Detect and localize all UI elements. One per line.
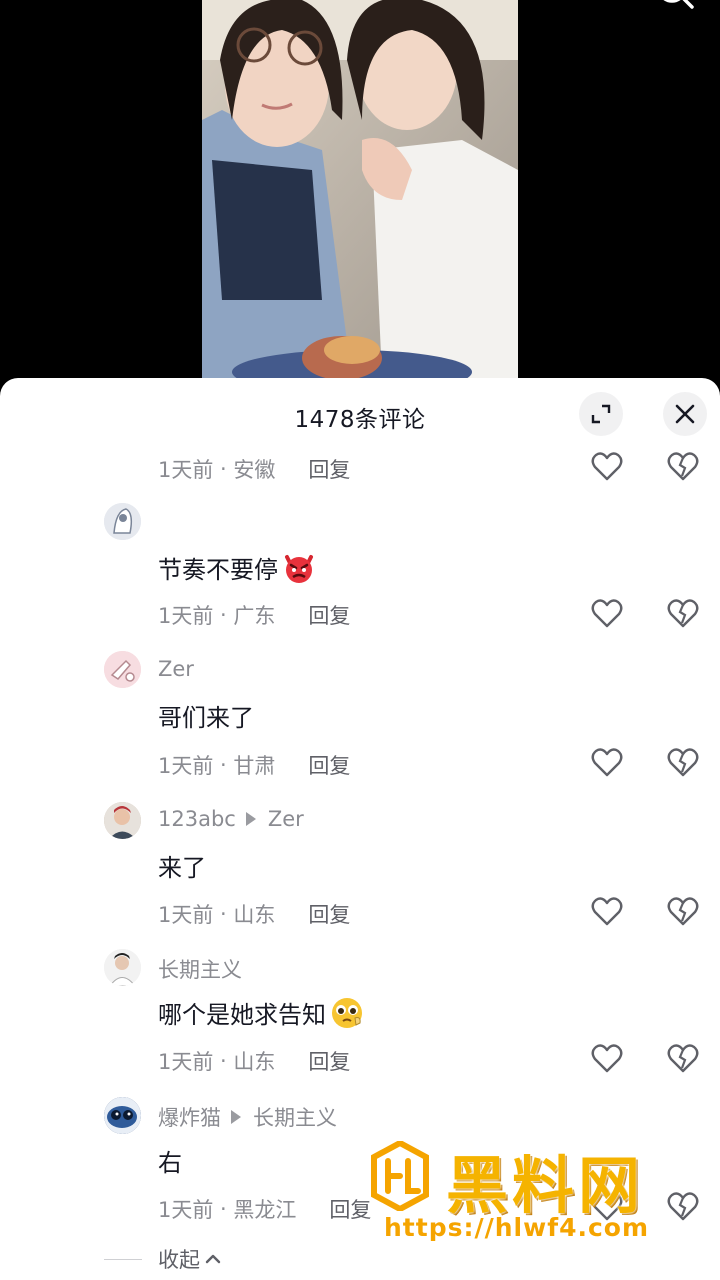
comment-time: 1天前 [158, 1050, 214, 1074]
meta-separator: · [213, 457, 234, 481]
like-heart-icon[interactable] [591, 1192, 623, 1222]
reply-button[interactable]: 回复 [308, 454, 350, 484]
pleading-face-emoji [332, 997, 362, 1028]
dislike-broken-heart-icon[interactable] [667, 599, 699, 629]
comment-meta: 1天前 · 广东 回复 [158, 600, 350, 630]
reply-button[interactable]: 回复 [308, 899, 350, 929]
comment-location: 甘肃 [233, 754, 276, 778]
reply-button[interactable]: 回复 [329, 1194, 371, 1224]
expand-icon [591, 404, 611, 424]
like-heart-icon[interactable] [591, 897, 623, 927]
meta-separator: · [213, 1049, 234, 1073]
video-frame [202, 0, 518, 378]
comment-text: 来了 [158, 854, 206, 882]
comment-location: 黑龙江 [233, 1198, 297, 1222]
comment-text: 右 [158, 1149, 182, 1177]
username-text[interactable]: 长期主义 [158, 954, 242, 984]
comment-time: 1天前 [158, 1198, 214, 1222]
angry-devil-emoji [285, 554, 313, 583]
like-heart-icon[interactable] [591, 452, 623, 482]
comment-content: 节奏不要停 [158, 550, 316, 585]
dislike-broken-heart-icon[interactable] [667, 1192, 699, 1222]
dislike-broken-heart-icon[interactable] [667, 897, 699, 927]
reply-button[interactable]: 回复 [308, 600, 350, 630]
reply-to-arrow-icon [231, 1110, 241, 1124]
comment-location: 山东 [233, 1050, 276, 1074]
comment-text: 哥们来了 [158, 704, 254, 732]
meta-separator: · [213, 603, 234, 627]
comment-meta: 1天前 · 山东 回复 [158, 1046, 350, 1076]
avatar[interactable] [104, 1097, 141, 1134]
like-heart-icon[interactable] [591, 1044, 623, 1074]
expand-button[interactable] [579, 392, 623, 436]
comment-location: 安徽 [233, 458, 276, 482]
meta-separator: · [213, 902, 234, 926]
comment-username: 123abc Zer [158, 807, 304, 831]
comment-meta: 1天前 · 安徽 回复 [158, 454, 350, 484]
comment-meta: 1天前 · 山东 回复 [158, 899, 350, 929]
comments-sheet: 1478条评论 1天前 · 安徽 回复 节奏不要停 1天前 · 广东 回复 Ze… [0, 378, 720, 1280]
chevron-up-icon [205, 1254, 221, 1264]
comment-username[interactable]: 长期主义 [158, 954, 242, 984]
reply-button[interactable]: 回复 [308, 1046, 350, 1076]
avatar[interactable] [104, 503, 141, 540]
video-player[interactable] [0, 0, 720, 378]
comment-username[interactable]: Zer [158, 657, 194, 681]
username-text[interactable]: 爆炸猫 [158, 1102, 221, 1132]
reply-to-username[interactable]: Zer [268, 807, 304, 831]
comment-time: 1天前 [158, 604, 214, 628]
comment-content: 来了 [158, 848, 206, 883]
dislike-broken-heart-icon[interactable] [667, 748, 699, 778]
avatar[interactable] [104, 651, 141, 688]
dislike-broken-heart-icon[interactable] [667, 1044, 699, 1074]
close-button[interactable] [663, 392, 707, 436]
comment-time: 1天前 [158, 903, 214, 927]
like-heart-icon[interactable] [591, 748, 623, 778]
comment-meta: 1天前 · 黑龙江 回复 [158, 1194, 371, 1224]
meta-separator: · [213, 1197, 234, 1221]
meta-separator: · [213, 753, 234, 777]
reply-button[interactable]: 回复 [308, 750, 350, 780]
collapse-divider [104, 1258, 142, 1260]
comment-location: 山东 [233, 903, 276, 927]
collapse-label[interactable]: 收起 [158, 1244, 200, 1274]
avatar[interactable] [104, 949, 141, 986]
close-icon [675, 404, 695, 424]
comment-text: 哪个是她求告知 [158, 1001, 326, 1029]
reply-to-arrow-icon [245, 812, 256, 826]
comment-meta: 1天前 · 甘肃 回复 [158, 750, 350, 780]
username-text[interactable]: Zer [158, 657, 194, 681]
dislike-broken-heart-icon[interactable] [667, 452, 699, 482]
comment-content: 右 [158, 1143, 182, 1178]
reply-to-username[interactable]: 长期主义 [253, 1102, 337, 1132]
like-heart-icon[interactable] [591, 599, 623, 629]
search-icon[interactable] [652, 0, 700, 12]
username-text[interactable]: 123abc [158, 807, 236, 831]
collapse-replies-button[interactable]: 收起 [104, 1244, 222, 1274]
comment-username: 爆炸猫 长期主义 [158, 1102, 337, 1132]
comment-time: 1天前 [158, 754, 214, 778]
comment-time: 1天前 [158, 458, 214, 482]
comment-content: 哥们来了 [158, 698, 254, 733]
avatar[interactable] [104, 802, 141, 839]
comment-content: 哪个是她求告知 [158, 995, 364, 1030]
comment-location: 广东 [233, 604, 276, 628]
comment-text: 节奏不要停 [158, 556, 278, 584]
